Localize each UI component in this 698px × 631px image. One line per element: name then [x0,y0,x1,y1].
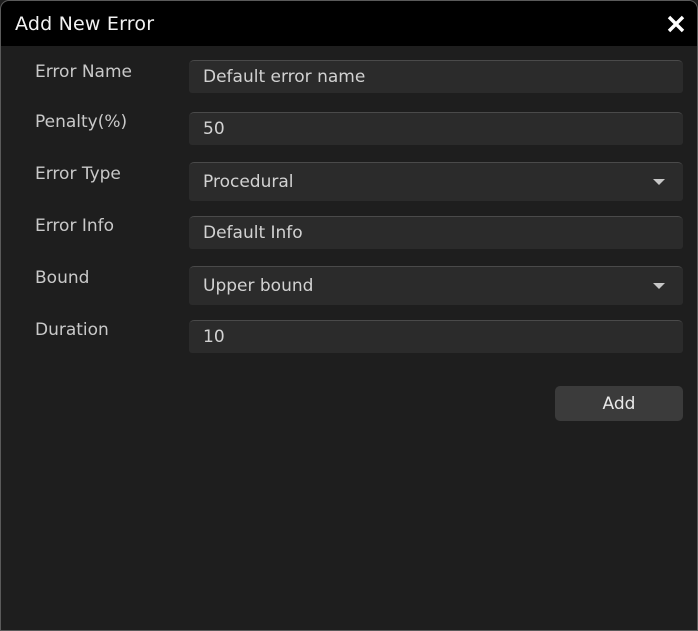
bound-select[interactable]: Upper bound [189,266,683,305]
dialog-footer: Add [1,386,697,422]
duration-input[interactable]: 10 [189,320,683,353]
label-error-type: Error Type [35,164,121,184]
chevron-down-icon [653,283,665,289]
error-form: Error Name Default error name Penalty(%)… [1,46,697,358]
add-new-error-dialog: Add New Error Error Name Default error n… [0,0,698,631]
add-button[interactable]: Add [555,386,683,421]
error-type-select[interactable]: Procedural [189,162,683,201]
form-row-error-info: Error Info Default Info [1,202,697,254]
close-button[interactable] [653,1,697,46]
error-type-value: Procedural [203,172,294,192]
error-name-input[interactable]: Default error name [189,60,683,93]
label-error-name: Error Name [35,62,132,82]
close-icon [665,13,687,35]
form-row-duration: Duration 10 [1,306,697,358]
chevron-down-icon [653,179,665,185]
dialog-titlebar: Add New Error [1,1,697,46]
dialog-title: Add New Error [15,12,155,35]
label-duration: Duration [35,320,109,340]
penalty-percent-input[interactable]: 50 [189,112,683,145]
error-info-input[interactable]: Default Info [189,216,683,249]
form-row-error-name: Error Name Default error name [1,46,697,98]
form-row-penalty-percent: Penalty(%) 50 [1,98,697,150]
label-error-info: Error Info [35,216,115,236]
bound-value: Upper bound [203,276,314,296]
label-penalty-percent: Penalty(%) [35,112,128,132]
form-row-bound: Bound Upper bound [1,254,697,306]
form-row-error-type: Error Type Procedural [1,150,697,202]
label-bound: Bound [35,268,90,288]
